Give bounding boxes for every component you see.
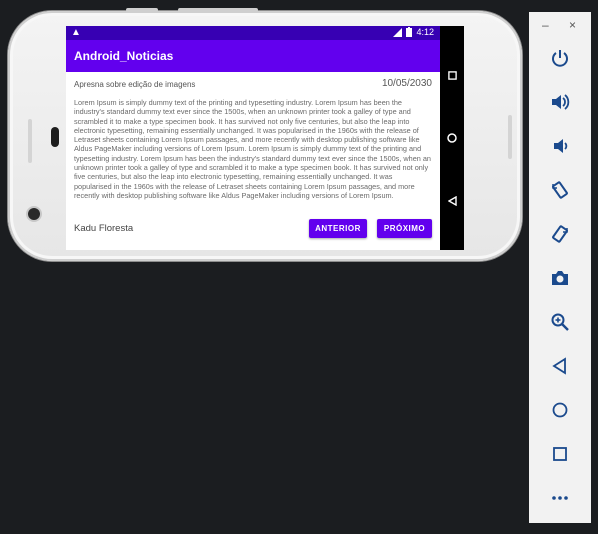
article-content: Apresna sobre edição de imagens 10/05/20… xyxy=(66,72,440,250)
article-date: 10/05/2030 xyxy=(381,78,432,89)
navigation-bar xyxy=(440,26,464,250)
emulator-toolbar: – × xyxy=(529,12,591,523)
camera-icon[interactable] xyxy=(529,261,591,295)
next-button[interactable]: PRÓXIMO xyxy=(377,219,432,238)
home-icon[interactable] xyxy=(529,393,591,427)
status-indicators: 4:12 xyxy=(393,27,434,37)
power-side-button xyxy=(126,8,158,12)
article-body: Lorem Ipsum is simply dummy text of the … xyxy=(74,98,431,200)
power-icon[interactable] xyxy=(529,41,591,75)
rotate-left-icon[interactable] xyxy=(529,173,591,207)
square-icon[interactable] xyxy=(440,64,464,86)
volume-side-button xyxy=(178,8,258,12)
proximity-sensor xyxy=(51,127,59,147)
bottom-speaker xyxy=(508,115,512,159)
earpiece-speaker xyxy=(28,119,32,163)
volume-up-icon[interactable] xyxy=(529,85,591,119)
volume-down-icon[interactable] xyxy=(529,129,591,163)
app-title: Android_Noticias xyxy=(74,49,174,63)
zoom-icon[interactable] xyxy=(529,305,591,339)
device-screen: ▲ 4:12 Android_Noticias Apresna sobre ed… xyxy=(66,26,464,250)
status-bar: ▲ 4:12 xyxy=(66,26,440,40)
rotate-right-icon[interactable] xyxy=(529,217,591,251)
status-time: 4:12 xyxy=(416,27,434,37)
signal-icon xyxy=(393,27,403,37)
app-bar: Android_Noticias xyxy=(66,40,440,72)
more-icon[interactable] xyxy=(529,481,591,515)
back-triangle-icon[interactable] xyxy=(440,190,464,212)
back-icon[interactable] xyxy=(529,349,591,383)
article-author: Kadu Floresta xyxy=(74,223,134,234)
front-camera-icon xyxy=(28,208,40,220)
article-subtitle: Apresna sobre edição de imagens xyxy=(74,80,196,89)
previous-button[interactable]: ANTERIOR xyxy=(309,219,367,238)
circle-icon[interactable] xyxy=(440,127,464,149)
battery-icon xyxy=(406,27,413,37)
close-button[interactable]: × xyxy=(569,18,576,32)
overview-icon[interactable] xyxy=(529,437,591,471)
minimize-button[interactable]: – xyxy=(542,18,549,32)
warning-icon: ▲ xyxy=(71,27,81,38)
